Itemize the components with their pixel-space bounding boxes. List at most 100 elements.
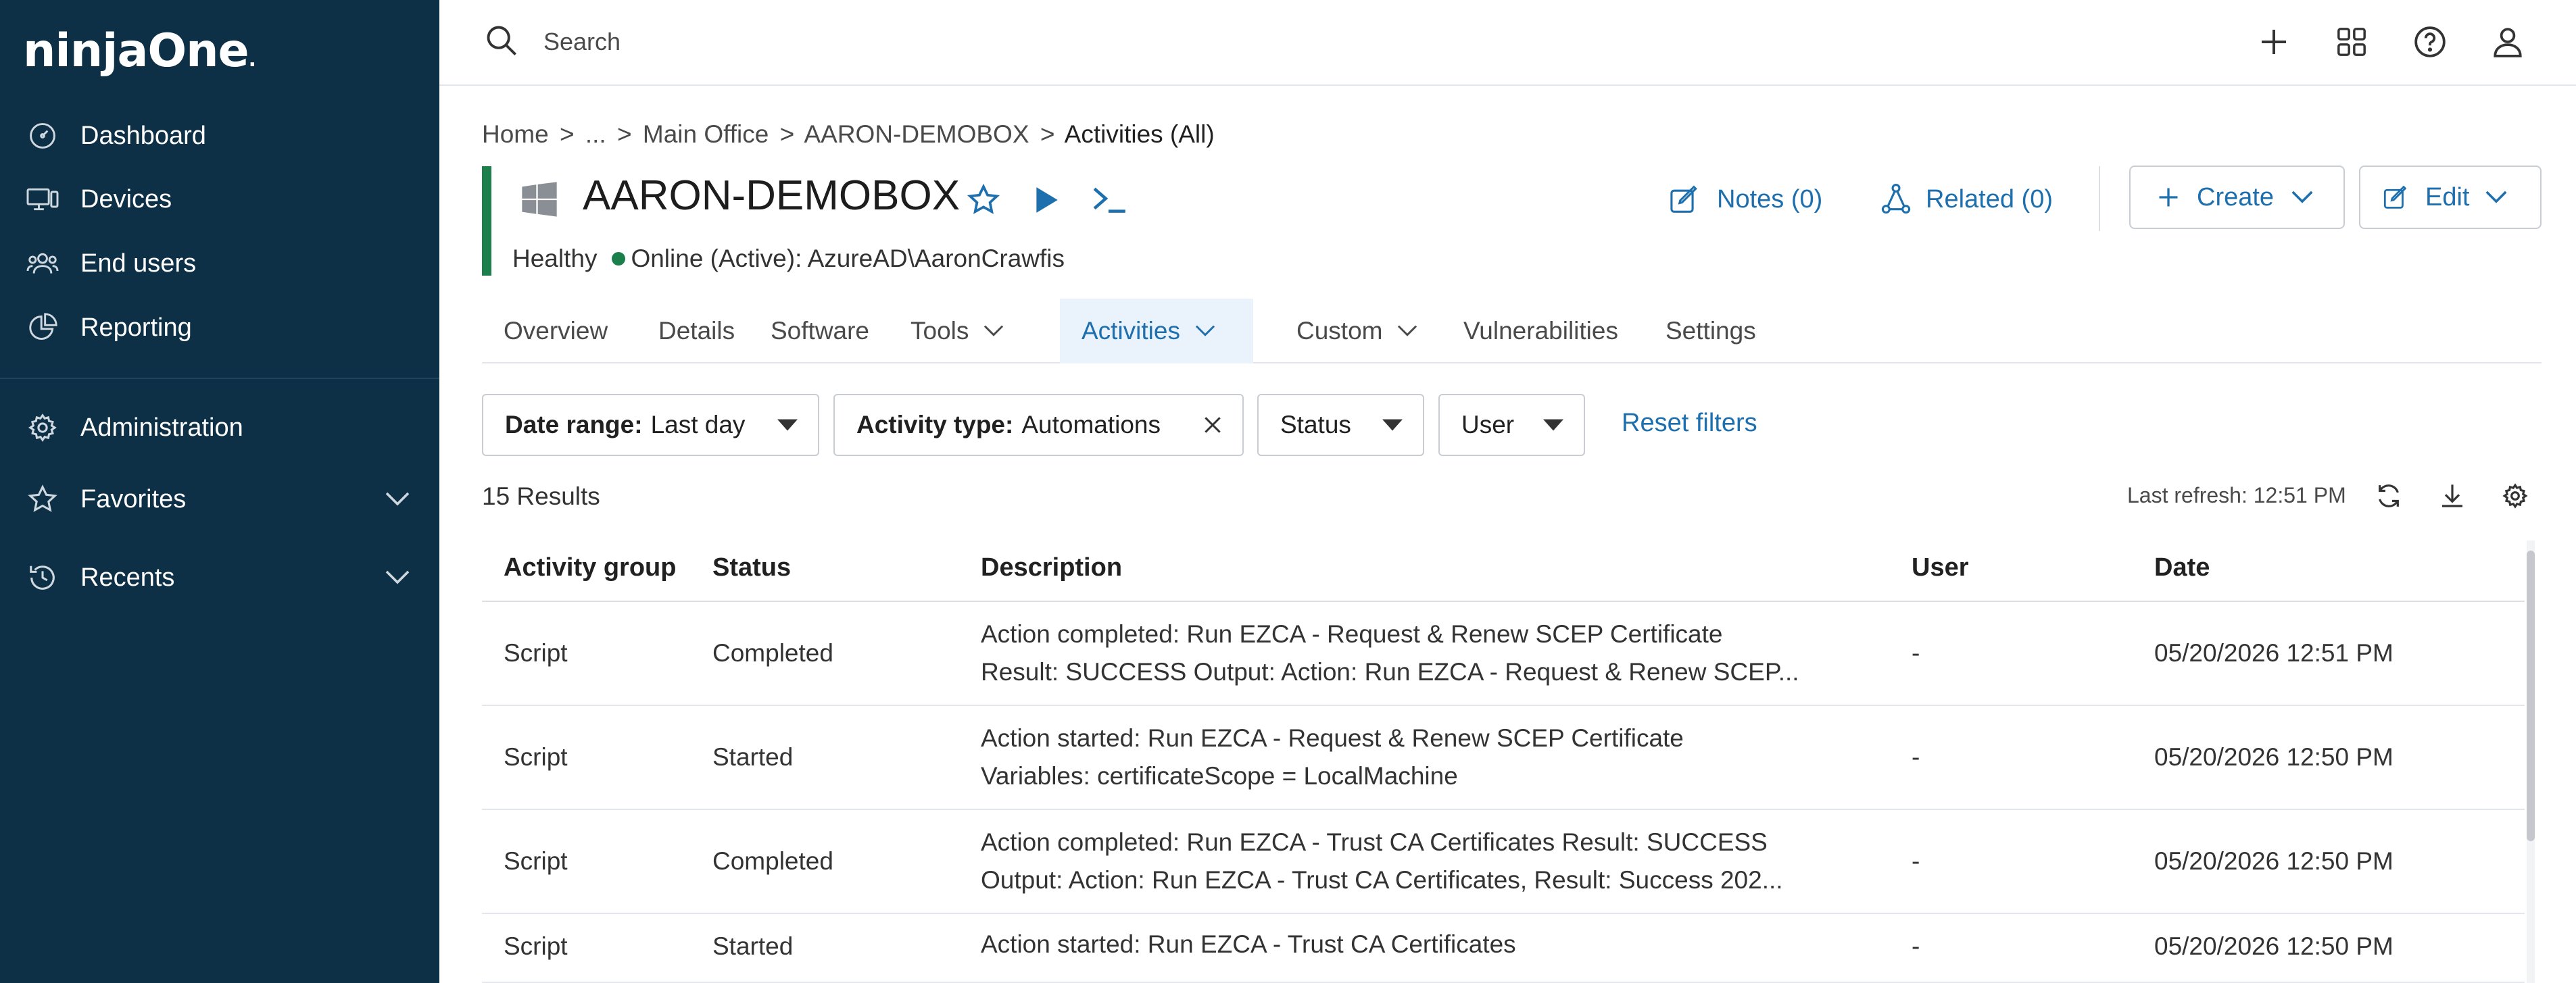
cell-description: Action started: Run EZCA - Request & Ren… — [981, 724, 1684, 790]
cell-status: Completed — [712, 639, 833, 667]
cell-activity-group: Script — [504, 743, 568, 771]
sidebar-item-favorites[interactable]: Favorites — [0, 469, 439, 530]
sidebar-item-reporting[interactable]: Reporting — [0, 297, 439, 358]
online-dot — [612, 252, 626, 266]
top-bar — [439, 0, 2576, 86]
create-button[interactable]: Create — [2129, 166, 2345, 229]
favorite-star-icon[interactable] — [965, 181, 1002, 219]
sidebar-divider — [0, 378, 439, 379]
chevron-down-icon — [1398, 325, 1417, 336]
dashboard-icon — [26, 119, 59, 153]
cell-activity-group: Script — [504, 847, 568, 875]
settings-gear-icon[interactable] — [2498, 478, 2533, 513]
devices-icon — [26, 182, 59, 216]
cell-status: Started — [712, 932, 794, 960]
table-row[interactable]: Script Started Action started: Run EZCA … — [482, 914, 2525, 983]
table-row[interactable]: Script Completed Action completed: Run E… — [482, 602, 2525, 706]
activity-type-filter[interactable]: Activity type: Automations — [833, 394, 1244, 456]
sidebar-item-devices[interactable]: Devices — [0, 169, 439, 230]
online-status: Online (Active): AzureAD\AaronCrawfis — [631, 245, 1065, 272]
column-header-status[interactable]: Status — [712, 553, 791, 582]
history-icon — [26, 561, 59, 595]
download-icon[interactable] — [2435, 478, 2470, 513]
table-row[interactable]: Script Started Action started: Run EZCA … — [482, 706, 2525, 810]
sidebar-item-administration[interactable]: Administration — [0, 397, 439, 458]
table-row[interactable]: Script Completed Action completed: Run E… — [482, 810, 2525, 914]
tab-custom[interactable]: Custom — [1275, 299, 1439, 363]
cell-description: Action completed: Run EZCA - Request & R… — [981, 620, 1799, 686]
sidebar-item-recents[interactable]: Recents — [0, 547, 439, 608]
cell-date: 05/20/2026 12:51 PM — [2154, 639, 2393, 667]
cell-activity-group: Script — [504, 932, 568, 960]
cell-user: - — [1912, 932, 1920, 960]
cell-description: Action started: Run EZCA - Trust CA Cert… — [981, 930, 1516, 958]
chevron-down-icon — [1195, 325, 1215, 336]
health-status-bar — [482, 166, 491, 276]
terminal-icon[interactable] — [1091, 181, 1129, 219]
apps-grid-icon[interactable] — [2330, 20, 2373, 64]
device-tabs: Overview Details Software Tools Activiti… — [482, 299, 2542, 363]
related-button[interactable]: Related (0) — [1881, 179, 2053, 220]
results-count: 15 Results — [482, 482, 600, 510]
tab-activities[interactable]: Activities — [1060, 299, 1253, 363]
column-header-description[interactable]: Description — [981, 553, 1122, 582]
sidebar-item-dashboard[interactable]: Dashboard — [0, 105, 439, 166]
users-icon — [26, 247, 59, 280]
cell-status: Started — [712, 743, 794, 771]
sidebar: ninjaOne. Dashboard Devices End users Re… — [0, 0, 439, 983]
star-icon — [26, 482, 59, 516]
notes-button[interactable]: Notes (0) — [1670, 179, 1822, 220]
header-separator — [2099, 166, 2100, 231]
cell-status: Completed — [712, 847, 833, 875]
ninjaone-logo[interactable]: ninjaOne. — [23, 24, 256, 78]
chevron-down-icon[interactable] — [383, 484, 412, 514]
tab-overview[interactable]: Overview — [482, 299, 629, 363]
breadcrumb-home[interactable]: Home — [482, 120, 549, 148]
reset-filters-link[interactable]: Reset filters — [1622, 409, 1757, 438]
search-icon[interactable] — [484, 23, 522, 61]
breadcrumb-ellipsis[interactable]: ... — [585, 120, 606, 148]
cell-user: - — [1912, 847, 1920, 875]
dropdown-caret-icon — [1382, 419, 1403, 431]
tab-settings[interactable]: Settings — [1644, 299, 1778, 363]
windows-icon — [520, 180, 560, 220]
tab-software[interactable]: Software — [749, 299, 891, 363]
user-filter[interactable]: User — [1438, 394, 1585, 456]
run-play-icon[interactable] — [1027, 181, 1065, 219]
close-icon — [1205, 417, 1221, 433]
edit-button[interactable]: Edit — [2359, 166, 2542, 229]
reporting-icon — [26, 311, 59, 345]
status-filter[interactable]: Status — [1257, 394, 1424, 456]
date-range-filter[interactable]: Date range: Last day — [482, 394, 819, 456]
refresh-icon[interactable] — [2371, 478, 2406, 513]
cell-user: - — [1912, 743, 1920, 771]
cell-date: 05/20/2026 12:50 PM — [2154, 847, 2393, 875]
breadcrumb-device[interactable]: AARON-DEMOBOX — [804, 120, 1029, 148]
column-header-date[interactable]: Date — [2154, 553, 2210, 582]
health-text: Healthy — [512, 245, 598, 272]
cell-activity-group: Script — [504, 639, 568, 667]
cell-date: 05/20/2026 12:50 PM — [2154, 932, 2393, 960]
device-status-line: Healthy Online (Active): AzureAD\AaronCra… — [512, 245, 1065, 273]
breadcrumb: Home > ... > Main Office > AARON-DEMOBOX… — [482, 120, 1215, 148]
tab-details[interactable]: Details — [637, 299, 756, 363]
sidebar-item-end-users[interactable]: End users — [0, 233, 439, 294]
search-input[interactable] — [543, 20, 1422, 64]
last-refresh-text: Last refresh: 12:51 PM — [2127, 483, 2346, 507]
user-profile-icon[interactable] — [2486, 20, 2529, 64]
help-icon[interactable] — [2408, 20, 2452, 64]
column-header-user[interactable]: User — [1912, 553, 1969, 582]
column-header-activity-group[interactable]: Activity group — [504, 553, 676, 582]
chevron-down-icon — [984, 325, 1004, 336]
chevron-down-icon[interactable] — [383, 563, 412, 593]
plus-icon[interactable] — [2252, 20, 2295, 64]
breadcrumb-current: Activities (All) — [1064, 120, 1215, 148]
device-title: AARON-DEMOBOX — [583, 172, 961, 219]
table-scrollbar-thumb[interactable] — [2527, 551, 2535, 841]
breadcrumb-office[interactable]: Main Office — [643, 120, 769, 148]
tab-tools[interactable]: Tools — [889, 299, 1025, 363]
tab-vulnerabilities[interactable]: Vulnerabilities — [1442, 299, 1640, 363]
cell-date: 05/20/2026 12:50 PM — [2154, 743, 2393, 771]
dropdown-caret-icon — [777, 419, 798, 431]
cell-description: Action completed: Run EZCA - Trust CA Ce… — [981, 828, 1783, 894]
